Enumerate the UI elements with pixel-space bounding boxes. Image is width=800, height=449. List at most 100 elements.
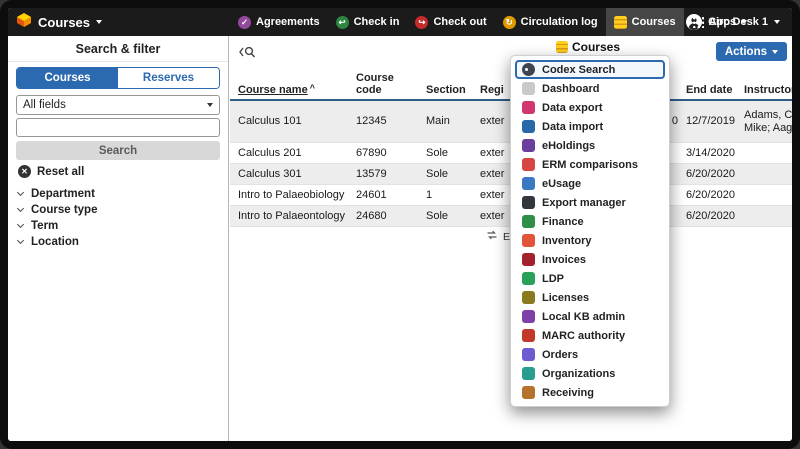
chevron-down-icon — [772, 50, 778, 54]
apps-menu-item-label: Inventory — [542, 235, 592, 247]
eholdings-icon — [522, 139, 535, 152]
col-header-label: Regi — [480, 84, 504, 96]
receiving-icon — [522, 386, 535, 399]
apps-menu-item-label: Receiving — [542, 387, 594, 399]
apps-menu-item-data-import[interactable]: Data import — [515, 117, 665, 136]
local-kb-admin-icon — [522, 310, 535, 323]
cell: Calculus 301 — [238, 168, 356, 181]
apps-menu-item-label: ERM comparisons — [542, 159, 638, 171]
results-pane-title: Courses — [572, 40, 620, 54]
apps-menu-item-licenses[interactable]: Licenses — [515, 288, 665, 307]
apps-menu-item-label: MARC authority — [542, 330, 625, 342]
cell: Calculus 101 — [238, 115, 356, 128]
cell: 24601 — [356, 189, 426, 202]
accordion-location[interactable]: Location — [18, 234, 220, 250]
data-import-icon — [522, 120, 535, 133]
nav-label: Courses — [632, 16, 676, 28]
apps-menu-item-dashboard[interactable]: Dashboard — [515, 79, 665, 98]
accordion-label: Term — [31, 220, 58, 232]
cell: Sole — [426, 210, 480, 223]
erm-comparisons-icon — [522, 158, 535, 171]
col-header-course-name[interactable]: Course name^ — [238, 84, 356, 96]
chevron-down-icon — [774, 20, 780, 24]
col-header-instructors[interactable]: Instructors — [744, 84, 792, 96]
cell: 3/14/2020 — [686, 147, 744, 160]
col-header-label: End date — [686, 84, 732, 96]
courses-icon — [614, 16, 627, 29]
col-header-label: Course name — [238, 84, 308, 96]
nav-label: Circulation log — [521, 16, 598, 28]
accordion-course-type[interactable]: Course type — [18, 202, 220, 218]
col-header-end-date[interactable]: End date — [686, 84, 744, 96]
actions-button[interactable]: Actions — [716, 42, 787, 61]
actions-label: Actions — [725, 46, 767, 58]
apps-menu-item-inventory[interactable]: Inventory — [515, 231, 665, 250]
search-field-select[interactable]: All fields — [16, 95, 220, 115]
check-out-icon: ↪ — [415, 16, 428, 29]
apps-menu-item-eusage[interactable]: eUsage — [515, 174, 665, 193]
search-button[interactable]: Search — [16, 141, 220, 160]
inventory-icon — [522, 234, 535, 247]
search-field-value: All fields — [23, 99, 66, 111]
apps-menu-item-orders[interactable]: Orders — [515, 345, 665, 364]
chevron-down-icon — [207, 103, 213, 107]
nav-check-out[interactable]: ↪ Check out — [407, 8, 494, 36]
nav-apps[interactable]: Apps — [684, 8, 756, 36]
accordion-label: Department — [31, 188, 95, 200]
cell: Sole — [426, 168, 480, 181]
cell: Intro to Palaeobiology — [238, 189, 356, 202]
marc-authority-icon — [522, 329, 535, 342]
accordion-label: Course type — [31, 204, 97, 216]
col-header-course-code[interactable]: Course code — [356, 72, 426, 96]
apps-menu-item-codex-search[interactable]: Codex Search — [515, 60, 665, 79]
apps-menu-item-marc-authority[interactable]: MARC authority — [515, 326, 665, 345]
apps-dropdown-menu: Codex SearchDashboard Data export Data imp… — [510, 55, 670, 407]
apps-menu-item-organizations[interactable]: Organizations — [515, 364, 665, 383]
apps-menu-item-label: Local KB admin — [542, 311, 625, 323]
app-title: Courses — [38, 15, 90, 30]
cell: Main — [426, 115, 480, 128]
col-header-label: Section — [426, 84, 466, 96]
apps-menu-item-local-kb-admin[interactable]: Local KB admin — [515, 307, 665, 326]
apps-menu-item-eholdings[interactable]: eHoldings — [515, 136, 665, 155]
cell: 12345 — [356, 115, 426, 128]
nav-courses[interactable]: Courses — [606, 8, 684, 36]
apps-grid-icon — [692, 16, 704, 28]
collapse-search-pane-icon[interactable] — [238, 45, 256, 59]
chevron-down-icon — [17, 237, 24, 244]
apps-menu-item-invoices[interactable]: Invoices — [515, 250, 665, 269]
apps-menu-item-data-export[interactable]: Data export — [515, 98, 665, 117]
apps-menu-item-receiving[interactable]: Receiving — [515, 383, 665, 402]
nav-circulation-log[interactable]: ↻Circulation log — [495, 8, 606, 36]
apps-menu-item-label: Organizations — [542, 368, 615, 380]
col-header-section[interactable]: Section — [426, 84, 480, 96]
reset-all-button[interactable]: ✕ Reset all — [18, 165, 84, 178]
nav-label: Check out — [433, 16, 486, 28]
apps-menu-item-finance[interactable]: Finance — [515, 212, 665, 231]
filter-tab-reserves[interactable]: Reserves — [118, 68, 219, 88]
search-segment-tabs: CoursesReserves — [16, 67, 220, 89]
cell: 24680 — [356, 210, 426, 223]
nav-check-in[interactable]: ↩Check in — [328, 8, 408, 36]
current-app[interactable]: Courses — [8, 12, 102, 33]
accordion-department[interactable]: Department — [18, 186, 220, 202]
apps-menu-item-erm-comparisons[interactable]: ERM comparisons — [515, 155, 665, 174]
dashboard-icon — [522, 82, 535, 95]
reset-all-label: Reset all — [37, 166, 84, 178]
data-export-icon — [522, 101, 535, 114]
apps-menu-item-label: Invoices — [542, 254, 586, 266]
apps-menu-item-label: Data export — [542, 102, 603, 114]
eusage-icon — [522, 177, 535, 190]
apps-menu-item-label: Export manager — [542, 197, 626, 209]
filter-tab-courses[interactable]: Courses — [17, 68, 118, 88]
chevron-down-icon — [96, 20, 102, 24]
apps-menu-item-export-manager[interactable]: Export manager — [515, 193, 665, 212]
nav-agreements[interactable]: ✓Agreements — [230, 8, 328, 36]
apps-menu-item-label: Data import — [542, 121, 603, 133]
cell: 6/20/2020 — [686, 189, 744, 202]
accordion-term[interactable]: Term — [18, 218, 220, 234]
chevron-down-icon — [741, 20, 747, 24]
search-input[interactable] — [16, 118, 220, 137]
apps-menu-item-ldp[interactable]: LDP — [515, 269, 665, 288]
sort-asc-icon: ^ — [310, 84, 315, 93]
